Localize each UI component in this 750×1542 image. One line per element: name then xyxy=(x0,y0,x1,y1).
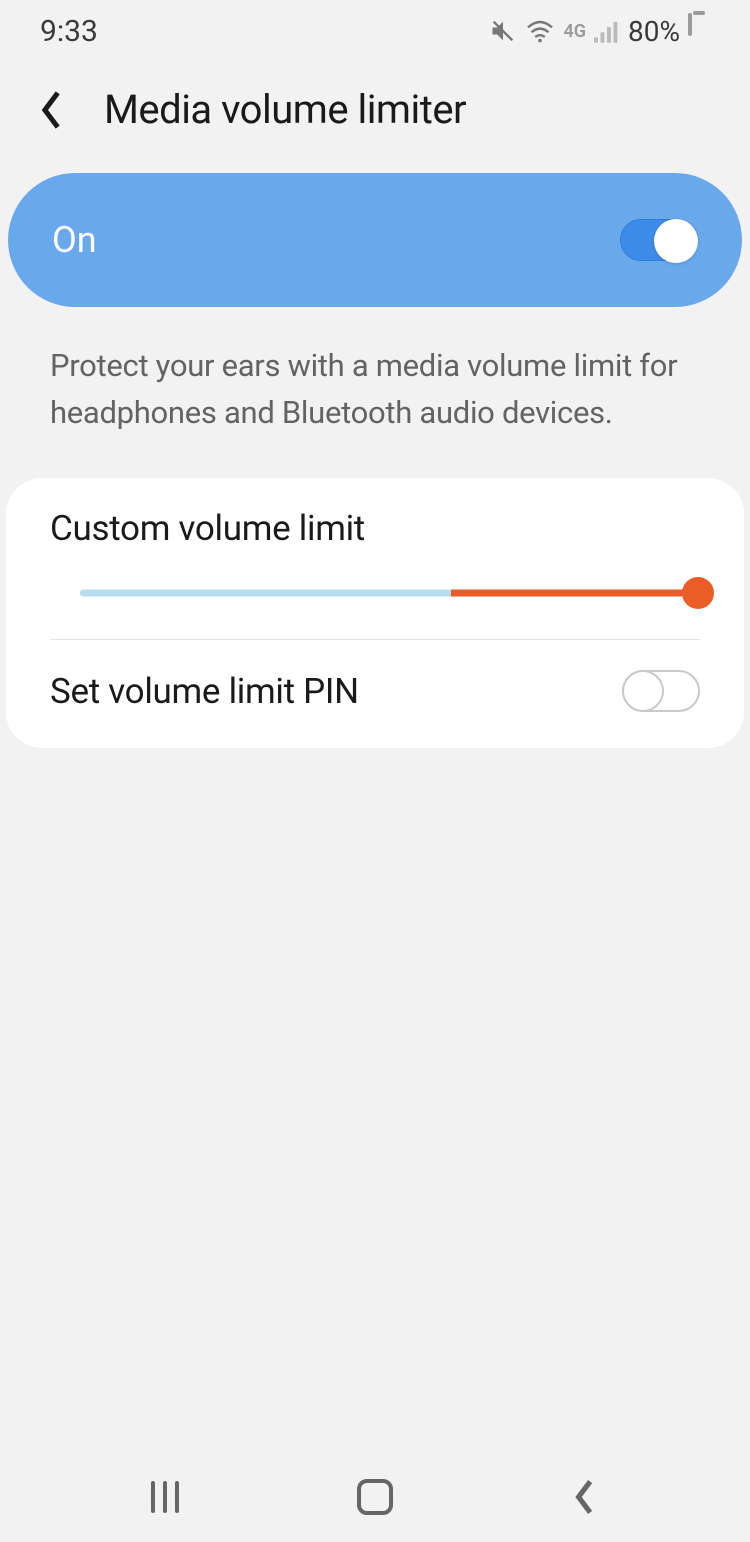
page-header: Media volume limiter xyxy=(0,58,750,173)
slider-thumb[interactable] xyxy=(682,577,714,609)
back-button[interactable] xyxy=(40,92,76,128)
wifi-icon xyxy=(525,19,555,43)
volume-limit-slider[interactable] xyxy=(80,579,698,607)
page-title: Media volume limiter xyxy=(104,86,466,133)
set-pin-row[interactable]: Set volume limit PIN xyxy=(6,640,744,748)
status-battery-pct: 80% xyxy=(628,15,680,48)
status-time: 9:33 xyxy=(40,14,98,49)
signal-icon xyxy=(594,19,620,43)
switch-knob xyxy=(622,670,664,712)
custom-volume-limit-row: Custom volume limit xyxy=(6,478,744,639)
recents-icon xyxy=(151,1481,179,1513)
set-pin-switch[interactable] xyxy=(622,670,700,712)
master-toggle-label: On xyxy=(52,219,97,261)
nav-back-button[interactable] xyxy=(555,1467,615,1527)
home-icon xyxy=(357,1479,393,1515)
settings-card: Custom volume limit Set volume limit PIN xyxy=(6,478,744,748)
master-toggle-switch[interactable] xyxy=(620,219,698,261)
custom-volume-limit-label: Custom volume limit xyxy=(50,508,700,549)
home-button[interactable] xyxy=(345,1467,405,1527)
status-bar: 9:33 4G 80% xyxy=(0,0,750,58)
battery-icon xyxy=(688,15,710,47)
slider-over-threshold xyxy=(451,590,698,597)
status-icons: 4G 80% xyxy=(489,15,710,48)
slider-track xyxy=(80,590,698,597)
switch-knob xyxy=(654,219,698,263)
master-toggle-row[interactable]: On xyxy=(8,173,742,307)
navigation-bar xyxy=(0,1462,750,1542)
mute-icon xyxy=(489,17,517,45)
network-icon: 4G xyxy=(563,21,586,42)
back-icon xyxy=(574,1479,596,1515)
set-pin-label: Set volume limit PIN xyxy=(50,671,359,712)
recents-button[interactable] xyxy=(135,1467,195,1527)
description-text: Protect your ears with a media volume li… xyxy=(0,307,750,468)
